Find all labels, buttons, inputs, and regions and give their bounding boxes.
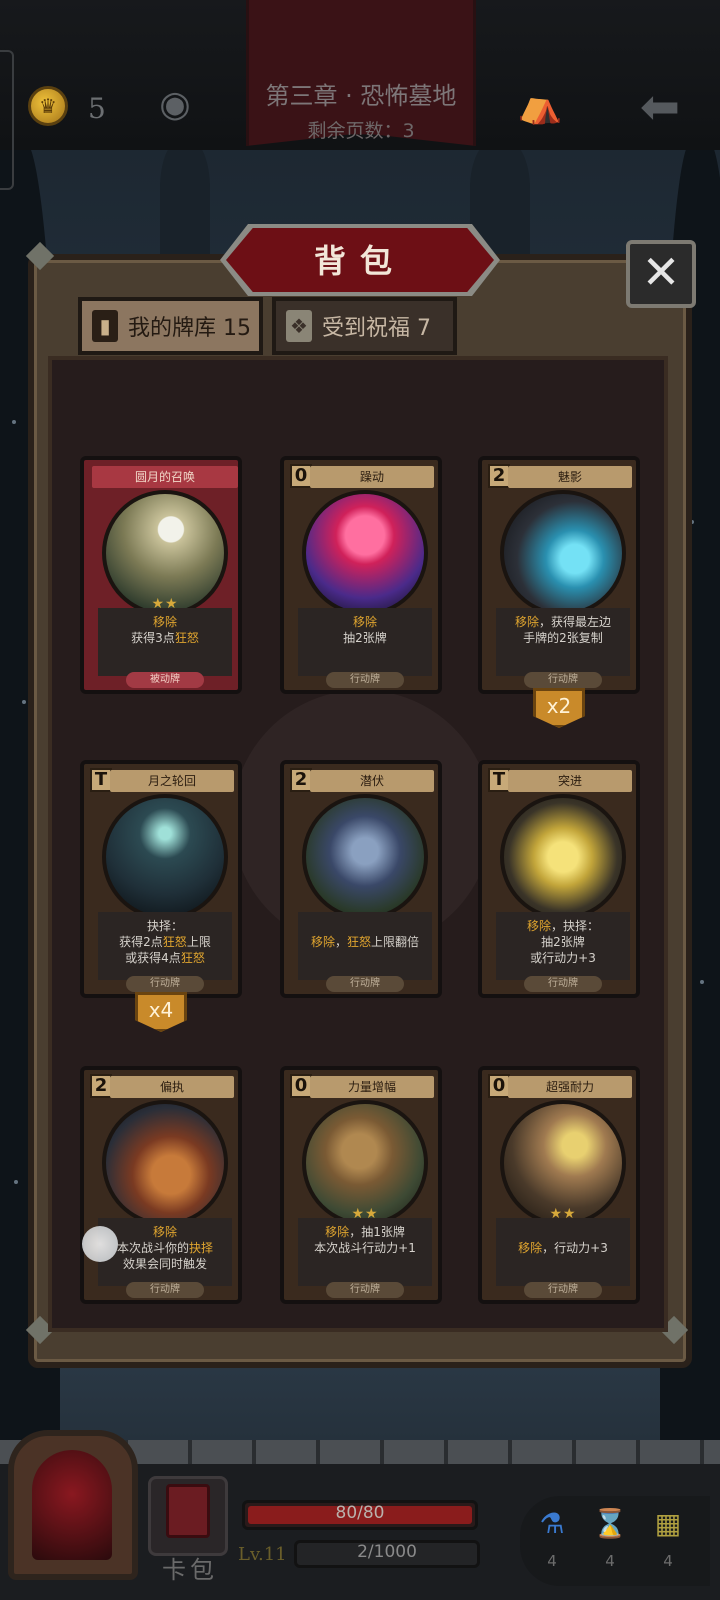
card-type: 被动牌 (126, 672, 204, 688)
tab-blessings[interactable]: ❖ 受到祝福 7 (272, 297, 457, 355)
card-art (102, 794, 228, 920)
card-cost: 2 (290, 768, 312, 792)
snowflake (14, 1180, 18, 1184)
card-name: 超强耐力 (508, 1076, 632, 1098)
gift-icon: ❖ (286, 310, 312, 342)
card-art (102, 1100, 228, 1226)
close-button[interactable]: ✕ (626, 240, 696, 308)
card-name: 躁动 (310, 466, 434, 488)
card-9[interactable]: 0 超强耐力移除，行动力+3 ★★ 行动牌 (478, 1066, 640, 1304)
card-name: 偏执 (110, 1076, 234, 1098)
card-type: 行动牌 (524, 976, 602, 992)
cards-icon: ▮ (92, 310, 118, 342)
potion-icon[interactable]: ⚗ (532, 1504, 572, 1544)
panel-title: 背包 (313, 242, 406, 280)
xp-text: 2/1000 (357, 1542, 417, 1562)
card-art (500, 490, 626, 616)
card-1[interactable]: 圆月的召唤移除 获得3点狂怒 ★★ 被动牌 (80, 456, 242, 694)
tab-label: 受到祝福 7 (322, 316, 431, 341)
pages-left: 剩余页数：3 (307, 120, 415, 142)
card-7[interactable]: 2 偏执移除 本次战斗你的抉择 效果会同时触发 行动牌 (80, 1066, 242, 1304)
card-cost: 0 (488, 1074, 510, 1098)
cards-icon[interactable]: ▦ (648, 1504, 688, 1544)
card-name: 魅影 (508, 466, 632, 488)
eye-icon[interactable]: ◉ (150, 87, 200, 123)
card-cost: 0 (290, 464, 312, 488)
card-art (302, 490, 428, 616)
card-cost: T (90, 768, 112, 792)
card-stars: ★★ (351, 1206, 379, 1222)
card-type: 行动牌 (126, 1282, 204, 1298)
hourglass-icon[interactable]: ⌛ (590, 1504, 630, 1544)
card-cost: 2 (90, 1074, 112, 1098)
card-description: 移除，抽1张牌 本次战斗行动力+1 (298, 1218, 432, 1286)
coin-count: 5 (88, 92, 106, 125)
card-name: 突进 (508, 770, 632, 792)
card-type: 行动牌 (126, 976, 204, 992)
card-description: 移除，狂怒上限翻倍 (298, 912, 432, 980)
touch-indicator (82, 1226, 118, 1262)
card-cost: T (488, 768, 510, 792)
tab-my-deck[interactable]: ▮ 我的牌库 15 (78, 297, 263, 355)
card-4[interactable]: T 月之轮回抉择： 获得2点狂怒上限 或获得4点狂怒 行动牌 (80, 760, 242, 998)
card-description: 移除，行动力+3 (496, 1218, 630, 1286)
card-type: 行动牌 (524, 672, 602, 688)
card-name: 潜伏 (310, 770, 434, 792)
card-description: 抉择： 获得2点狂怒上限 或获得4点狂怒 (98, 912, 232, 980)
cards-count: 4 (663, 1552, 673, 1570)
card-description: 移除 获得3点狂怒 (98, 608, 232, 676)
game-screen: { "header": { "coins": "5", "chapter_tit… (0, 0, 720, 1600)
coin-icon: ♛ (28, 86, 68, 126)
hourglass-count: 4 (605, 1552, 615, 1570)
level-label: Lv.11 (238, 1544, 287, 1565)
card-cost: 0 (290, 1074, 312, 1098)
card-stars: ★★ (151, 596, 179, 612)
card-type: 行动牌 (524, 1282, 602, 1298)
card-3[interactable]: 2 魅影移除，获得最左边 手牌的2张复制 行动牌 (478, 456, 640, 694)
card-type: 行动牌 (326, 672, 404, 688)
card-art (500, 794, 626, 920)
chapter-title: 第三章 · 恐怖墓地 (265, 82, 457, 110)
card-name: 力量增幅 (310, 1076, 434, 1098)
card-8[interactable]: 0 力量增幅移除，抽1张牌 本次战斗行动力+1 ★★ 行动牌 (280, 1066, 442, 1304)
card-description: 移除，获得最左边 手牌的2张复制 (496, 608, 630, 676)
left-edge-tab[interactable] (0, 50, 14, 190)
card-5[interactable]: 2 潜伏移除，狂怒上限翻倍 行动牌 (280, 760, 442, 998)
back-arrow-icon[interactable]: ⬅ (632, 82, 688, 132)
card-description: 移除 抽2张牌 (298, 608, 432, 676)
card-6[interactable]: T 突进移除，抉择： 抽2张牌 或行动力+3 行动牌 (478, 760, 640, 998)
hp-text: 80/80 (335, 1503, 385, 1523)
card-art (302, 794, 428, 920)
merchant-icon[interactable]: ⛺ (512, 84, 568, 128)
snowflake (22, 700, 26, 704)
snowflake (700, 980, 704, 984)
card-pack-icon (166, 1484, 210, 1538)
card-name: 圆月的召唤 (92, 466, 238, 488)
card-description: 移除，抉择： 抽2张牌 或行动力+3 (496, 912, 630, 980)
card-type: 行动牌 (326, 1282, 404, 1298)
card-description: 移除 本次战斗你的抉择 效果会同时触发 (98, 1218, 232, 1286)
potion-count: 4 (547, 1552, 557, 1570)
card-pack-label: 卡包 (162, 1556, 218, 1584)
card-2[interactable]: 0 躁动移除 抽2张牌 行动牌 (280, 456, 442, 694)
card-stars: ★★ (549, 1206, 577, 1222)
background-tree (160, 140, 210, 260)
card-type: 行动牌 (326, 976, 404, 992)
card-name: 月之轮回 (110, 770, 234, 792)
hero-portrait (32, 1450, 112, 1560)
card-cost: 2 (488, 464, 510, 488)
snowflake (12, 420, 16, 424)
tab-label: 我的牌库 15 (128, 316, 251, 341)
